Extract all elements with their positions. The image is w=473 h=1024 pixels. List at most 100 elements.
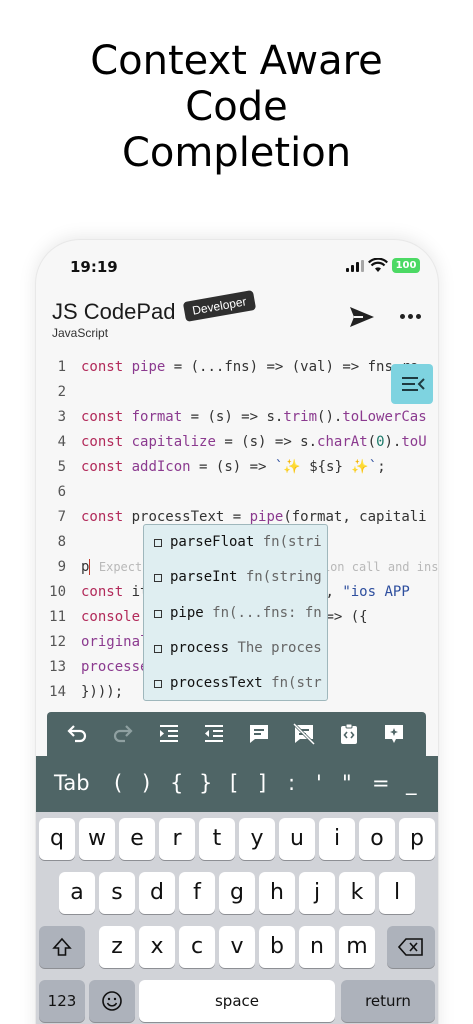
symbol-icon	[154, 645, 162, 653]
status-time: 19:19	[70, 258, 118, 276]
symbol-icon	[154, 574, 162, 582]
suggestion-name: process	[170, 640, 230, 656]
symbol-key[interactable]: "	[342, 770, 352, 796]
key[interactable]: s	[99, 872, 135, 914]
code-text: const capitalize = (s) => s.charAt(0).to…	[81, 434, 427, 450]
send-icon[interactable]	[348, 304, 376, 330]
code-line: 4 const capitalize = (s) => s.charAt(0).…	[36, 430, 438, 454]
key[interactable]: u	[279, 818, 315, 860]
uncomment-icon[interactable]	[292, 722, 316, 746]
key[interactable]: n	[299, 926, 335, 968]
code-line: 6	[36, 480, 438, 504]
autocomplete-item[interactable]: parseInt fn(string	[144, 560, 327, 595]
shift-icon	[52, 937, 72, 956]
key[interactable]: i	[319, 818, 355, 860]
symbol-key[interactable]: ]	[258, 770, 266, 796]
code-text: const format = (s) => s.trim().toLowerCa…	[81, 409, 427, 425]
line-number: 2	[57, 384, 66, 400]
numbers-key[interactable]: 123	[39, 980, 85, 1022]
key[interactable]: k	[339, 872, 375, 914]
key[interactable]: y	[239, 818, 275, 860]
snippet-icon[interactable]	[382, 722, 406, 746]
backspace-icon	[397, 938, 423, 956]
symbol-icon	[154, 610, 162, 618]
key[interactable]: x	[139, 926, 175, 968]
indent-icon[interactable]	[157, 722, 181, 746]
emoji-icon	[102, 991, 122, 1011]
key[interactable]: m	[339, 926, 375, 968]
redo-icon[interactable]	[111, 722, 135, 746]
symbol-key[interactable]: Tab	[54, 770, 90, 796]
key[interactable]: c	[179, 926, 215, 968]
symbol-key[interactable]: '	[316, 770, 322, 796]
key[interactable]: b	[259, 926, 295, 968]
key[interactable]: d	[139, 872, 175, 914]
key[interactable]: t	[199, 818, 235, 860]
symbol-key[interactable]: =	[372, 770, 390, 796]
key[interactable]: p	[399, 818, 435, 860]
key[interactable]: v	[219, 926, 255, 968]
key[interactable]: l	[379, 872, 415, 914]
outline-toggle-button[interactable]	[391, 364, 433, 404]
symbol-key[interactable]: :	[288, 770, 295, 796]
return-key[interactable]: return	[341, 980, 435, 1022]
key[interactable]: j	[299, 872, 335, 914]
key[interactable]: g	[219, 872, 255, 914]
headline-line-1: Context Aware	[90, 38, 383, 84]
outline-icon	[402, 377, 425, 391]
code-line: 2	[36, 380, 438, 404]
text-cursor	[89, 559, 91, 575]
onscreen-keyboard: q w e r t y u i o p a s d f g h j k l z …	[36, 812, 438, 1024]
backspace-key[interactable]	[387, 926, 435, 968]
line-number: 3	[57, 409, 66, 425]
suggestion-name: processText	[170, 675, 263, 691]
key[interactable]: a	[59, 872, 95, 914]
autocomplete-popup: parseFloat fn(stri parseInt fn(string pi…	[143, 524, 328, 701]
editor-toolbar	[47, 712, 426, 756]
shift-key[interactable]	[39, 926, 85, 968]
comment-icon[interactable]	[247, 722, 271, 746]
key[interactable]: f	[179, 872, 215, 914]
headline-line-2: Code	[185, 84, 288, 130]
symbol-key[interactable]: _	[406, 770, 417, 796]
line-number: 10	[49, 584, 66, 600]
symbol-key[interactable]: [	[230, 770, 238, 796]
code-text: const pipe = (...fns) => (val) => fns.re	[81, 359, 419, 375]
line-number: 8	[57, 534, 66, 550]
autocomplete-item[interactable]: processText fn(str	[144, 666, 327, 700]
autocomplete-item[interactable]: pipe fn(...fns: fn	[144, 596, 327, 631]
symbol-key[interactable]: }	[199, 770, 212, 796]
symbol-bar: Tab ( ) { } [ ] : ' " = _	[36, 756, 438, 812]
key[interactable]: e	[119, 818, 155, 860]
outdent-icon[interactable]	[202, 722, 226, 746]
signal-icon	[346, 260, 364, 272]
developer-badge: Developer	[182, 290, 256, 322]
key[interactable]: q	[39, 818, 75, 860]
key[interactable]: w	[79, 818, 115, 860]
symbol-key[interactable]: (	[114, 770, 122, 796]
code-text: })));	[81, 684, 124, 700]
key[interactable]: z	[99, 926, 135, 968]
key[interactable]: r	[159, 818, 195, 860]
emoji-key[interactable]	[89, 980, 135, 1022]
suggestion-name: pipe	[170, 605, 204, 621]
undo-icon[interactable]	[65, 722, 89, 746]
more-menu-icon[interactable]	[400, 314, 422, 320]
phone-frame: 19:19 100 JS CodePad Developer JavaScrip…	[36, 240, 438, 1024]
autocomplete-item[interactable]: process The proces	[144, 631, 327, 666]
headline-line-3: Completion	[121, 130, 352, 176]
code-text: const addIcon = (s) => `✨ ${s} ✨`;	[81, 459, 386, 475]
symbol-key[interactable]: {	[170, 770, 183, 796]
line-number: 14	[49, 684, 66, 700]
key[interactable]: h	[259, 872, 295, 914]
suggestion-type: fn(string	[245, 569, 322, 585]
symbol-key[interactable]: )	[142, 770, 150, 796]
suggestion-type: fn(str	[271, 675, 322, 691]
line-number: 6	[57, 484, 66, 500]
suggestion-name: parseInt	[170, 569, 238, 585]
key[interactable]: o	[359, 818, 395, 860]
autocomplete-item[interactable]: parseFloat fn(stri	[144, 525, 327, 560]
space-key[interactable]: space	[139, 980, 335, 1022]
format-code-icon[interactable]	[337, 722, 361, 746]
app-title: JS CodePad	[52, 299, 176, 324]
